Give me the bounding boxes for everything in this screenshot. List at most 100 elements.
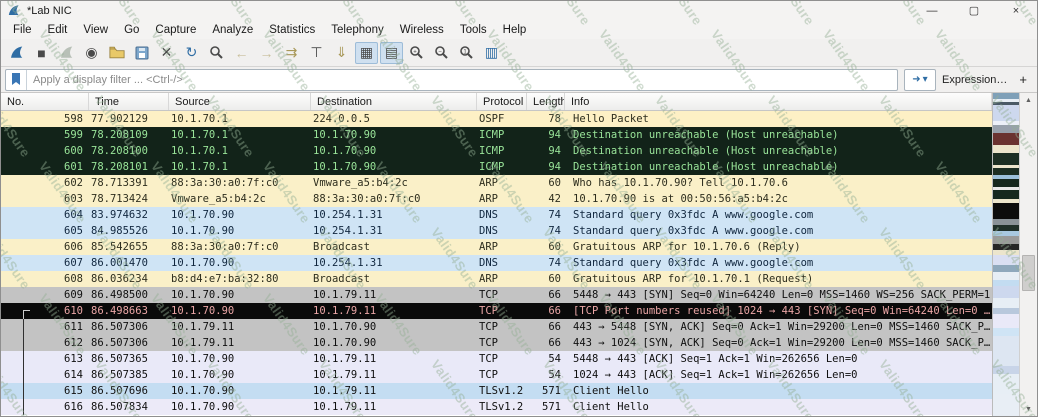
col-protocol: TCP [477,367,527,383]
column-header-no[interactable]: No. [1,93,89,110]
packet-row-601[interactable]: 60178.20810110.1.70.110.1.70.90ICMP94Des… [1,159,992,175]
capture-options-icon[interactable]: ◉ [80,42,103,64]
zoom-original-icon[interactable]: 1 [455,42,478,64]
menu-edit[interactable]: Edit [40,22,76,38]
col-info: Destination unreachable (Host unreachabl… [565,127,992,143]
menu-go[interactable]: Go [116,22,147,38]
minimap-stripe [993,190,1019,199]
col-destination: Broadcast [311,271,477,287]
close-file-icon[interactable]: ✕ [155,42,178,64]
stop-capture-icon[interactable]: ■ [30,42,53,64]
intelligent-scrollbar-minimap[interactable] [992,93,1019,417]
column-header-time[interactable]: Time [89,93,169,110]
zoom-out-icon[interactable]: − [430,42,453,64]
packet-row-609[interactable]: 60986.49850010.1.70.9010.1.79.11TCP66544… [1,287,992,303]
go-forward-icon[interactable]: → [255,42,278,64]
menu-help[interactable]: Help [495,22,535,38]
row-mark [1,383,31,399]
restart-capture-icon[interactable] [55,42,78,64]
packet-row-612[interactable]: 61286.50730610.1.79.1110.1.70.90TCP66443… [1,335,992,351]
packet-row-605[interactable]: 60584.98552610.1.70.9010.254.1.31DNS74St… [1,223,992,239]
add-filter-button[interactable]: + [1013,72,1033,87]
packet-row-606[interactable]: 60685.54265588:3a:30:a0:7f:c0BroadcastAR… [1,239,992,255]
display-filter-input[interactable] [27,74,897,86]
packet-row-610[interactable]: 61086.49866310.1.70.9010.1.79.11TCP66[TC… [1,303,992,319]
packet-row-604[interactable]: 60483.97463210.1.70.9010.254.1.31DNS74St… [1,207,992,223]
filter-apply-button[interactable]: ➜▾ [904,69,936,91]
title-bar: *Lab NIC — ▢ × [1,1,1037,20]
col-length: 60 [527,271,565,287]
auto-scroll-icon[interactable]: ⇓ [330,42,353,64]
col-destination: 10.1.79.11 [311,287,477,303]
col-protocol: ARP [477,191,527,207]
minimize-button[interactable]: — [911,1,953,20]
menu-analyze[interactable]: Analyze [204,22,261,38]
zoom-in-icon[interactable]: + [405,42,428,64]
filter-bookmark-icon[interactable] [6,70,27,90]
menu-telephony[interactable]: Telephony [323,22,391,38]
wireshark-window: *Lab NIC — ▢ × FileEditViewGoCaptureAnal… [0,0,1038,417]
col-destination: 10.1.79.11 [311,303,477,319]
svg-text:+: + [413,49,417,55]
packet-row-613[interactable]: 61386.50736510.1.70.9010.1.79.11TCP54544… [1,351,992,367]
column-header-source[interactable]: Source [169,93,311,110]
open-file-icon[interactable] [105,42,128,64]
display-filter-box[interactable] [5,69,898,91]
col-length: 94 [527,159,565,175]
packet-row-616[interactable]: 61686.50783410.1.70.9010.1.79.11TLSv1.25… [1,399,992,415]
find-packet-icon[interactable] [205,42,228,64]
resize-columns-icon[interactable]: ▥ [480,42,503,64]
panes-layout-icon[interactable]: ▤ [380,42,403,64]
column-header-info[interactable]: Info [565,93,992,110]
column-header-length[interactable]: Length [527,93,565,110]
packet-row-600[interactable]: 60078.20810010.1.70.110.1.70.90ICMP94Des… [1,143,992,159]
menu-file[interactable]: File [5,22,40,38]
packet-row-611[interactable]: 61186.50730610.1.79.1110.1.70.90TCP66443… [1,319,992,335]
row-mark [1,255,31,271]
go-first-packet-icon[interactable]: ⊤ [305,42,328,64]
packet-row-614[interactable]: 61486.50738510.1.70.9010.1.79.11TCP54102… [1,367,992,383]
col-time: 84.985526 [89,223,169,239]
col-protocol: ICMP [477,127,527,143]
packet-row-602[interactable]: 60278.71339188:3a:30:a0:7f:c0Vmware_a5:b… [1,175,992,191]
go-back-icon[interactable]: ← [230,42,253,64]
col-destination: 224.0.0.5 [311,111,477,127]
maximize-button[interactable]: ▢ [953,1,995,20]
menu-view[interactable]: View [75,22,116,38]
col-time: 78.713424 [89,191,169,207]
col-protocol: DNS [477,223,527,239]
col-time: 86.036234 [89,271,169,287]
menu-wireless[interactable]: Wireless [392,22,452,38]
col-length: 66 [527,303,565,319]
scroll-up-icon[interactable]: ▲ [1020,93,1037,108]
column-header-protocol[interactable]: Protocol [477,93,527,110]
minimap-stripe [993,179,1019,187]
packet-row-599[interactable]: 59978.20810910.1.70.110.1.70.90ICMP94Des… [1,127,992,143]
col-info: Standard query 0x3fdc A www.google.com [565,223,992,239]
menu-tools[interactable]: Tools [452,22,495,38]
col-info: Who has 10.1.70.90? Tell 10.1.70.6 [565,175,992,191]
col-length: 60 [527,239,565,255]
col-info: Client Hello [565,399,992,415]
scroll-down-icon[interactable]: ▼ [1020,402,1037,417]
column-header-destination[interactable]: Destination [311,93,477,110]
reload-file-icon[interactable]: ↻ [180,42,203,64]
packet-row-598[interactable]: 59877.90212910.1.70.1224.0.0.5OSPF78Hell… [1,111,992,127]
close-button[interactable]: × [995,1,1037,20]
start-capture-icon[interactable] [5,42,28,64]
col-info: Destination unreachable (Host unreachabl… [565,143,992,159]
vertical-scrollbar[interactable]: ▲ ▼ [1019,93,1037,417]
colorize-packets-icon[interactable]: ▦ [355,42,378,64]
go-to-packet-icon[interactable]: ⇉ [280,42,303,64]
menu-capture[interactable]: Capture [147,22,204,38]
scrollbar-thumb[interactable] [1022,255,1035,291]
packet-row-615[interactable]: 61586.50769610.1.70.9010.1.79.11TLSv1.25… [1,383,992,399]
expression-button[interactable]: Expression… [942,74,1007,86]
col-no: 615 [31,383,89,399]
save-file-icon[interactable] [130,42,153,64]
packet-row-608[interactable]: 60886.036234b8:d4:e7:ba:32:80BroadcastAR… [1,271,992,287]
packet-row-607[interactable]: 60786.00147010.1.70.9010.254.1.31DNS74St… [1,255,992,271]
menu-statistics[interactable]: Statistics [261,22,323,38]
col-info: 443 → 1024 [SYN, ACK] Seq=0 Ack=1 Win=29… [565,335,992,351]
packet-row-603[interactable]: 60378.713424Vmware_a5:b4:2c88:3a:30:a0:7… [1,191,992,207]
